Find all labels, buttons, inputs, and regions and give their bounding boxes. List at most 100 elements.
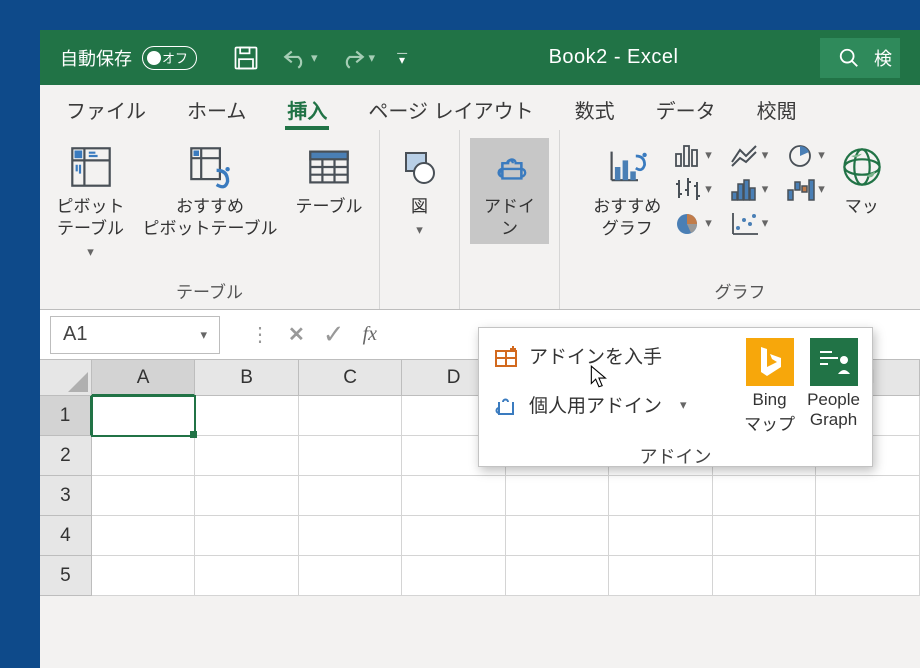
my-addins-item[interactable]: 個人用アドイン ▾	[491, 387, 730, 422]
maps-button[interactable]: マッ	[835, 138, 889, 222]
tab-home[interactable]: ホーム	[179, 87, 254, 128]
cell[interactable]	[506, 556, 610, 596]
tab-file[interactable]: ファイル	[58, 87, 154, 128]
cell[interactable]	[299, 556, 403, 596]
row-header-1[interactable]: 1	[40, 396, 92, 436]
cell[interactable]	[195, 556, 299, 596]
pie2-chart-button[interactable]: ▾	[673, 210, 712, 236]
illustrations-button[interactable]: 図 ▾	[393, 138, 447, 243]
tab-insert[interactable]: 挿入	[279, 87, 335, 128]
autosave-label: 自動保存	[60, 45, 132, 71]
pivot-table-button[interactable]: ピボット テーブル ▾	[55, 138, 127, 265]
cell[interactable]	[609, 516, 713, 556]
recommended-pivot-icon	[185, 142, 235, 192]
drag-handle-icon[interactable]: ⋮	[250, 322, 270, 347]
confirm-icon[interactable]: ✓	[323, 319, 345, 350]
document-title: Book2 - Excel	[407, 46, 820, 69]
scatter-chart-button[interactable]: ▾	[730, 210, 769, 236]
line-chart-button[interactable]: ▾	[730, 142, 769, 168]
ribbon: ピボット テーブル ▾ おすすめ ピボットテーブル テーブル テーブル	[40, 130, 920, 310]
row-header-2[interactable]: 2	[40, 436, 92, 476]
cell[interactable]	[609, 556, 713, 596]
cell[interactable]	[92, 436, 196, 476]
pie-chart-button[interactable]: ▾	[786, 142, 825, 168]
tab-formulas[interactable]: 数式	[567, 87, 623, 128]
store-icon	[493, 343, 519, 369]
addin-icon	[485, 142, 535, 192]
toggle-switch[interactable]: オフ	[142, 46, 197, 70]
people-graph-addin[interactable]: People Graph	[807, 338, 860, 435]
cell[interactable]	[195, 516, 299, 556]
group-tables: ピボット テーブル ▾ おすすめ ピボットテーブル テーブル テーブル	[40, 130, 380, 309]
cell[interactable]	[506, 476, 610, 516]
cell[interactable]	[195, 436, 299, 476]
cell[interactable]	[402, 476, 506, 516]
cell[interactable]	[195, 396, 299, 436]
group-label-tables: テーブル	[176, 274, 243, 307]
addins-button[interactable]: アドイ ン	[470, 138, 549, 244]
row-header-3[interactable]: 3	[40, 476, 92, 516]
get-addins-item[interactable]: アドインを入手	[491, 338, 730, 373]
col-header-A[interactable]: A	[92, 360, 196, 396]
cell[interactable]	[92, 476, 196, 516]
autosave-toggle[interactable]: 自動保存 オフ	[60, 45, 197, 71]
table-icon	[304, 142, 354, 192]
cell[interactable]	[816, 476, 920, 516]
waterfall-button[interactable]: ▾	[786, 176, 825, 202]
recommended-pivot-button[interactable]: おすすめ ピボットテーブル	[141, 138, 280, 244]
search-box[interactable]: 検	[820, 38, 900, 78]
name-box[interactable]: A1 ▾	[50, 316, 220, 354]
row-header-4[interactable]: 4	[40, 516, 92, 556]
tab-page-layout[interactable]: ページ レイアウト	[360, 87, 541, 128]
cell[interactable]	[713, 556, 817, 596]
cell[interactable]	[92, 516, 196, 556]
stock-chart-button[interactable]: ▾	[673, 176, 712, 202]
recommended-charts-icon	[602, 142, 652, 192]
ribbon-tabs: ファイル ホーム 挿入 ページ レイアウト 数式 データ 校閲	[40, 85, 920, 130]
pivot-table-icon	[66, 142, 116, 192]
tab-data[interactable]: データ	[648, 87, 724, 128]
cell[interactable]	[713, 476, 817, 516]
cell[interactable]	[299, 436, 403, 476]
cell[interactable]	[816, 516, 920, 556]
group-charts: おすすめ グラフ ▾ ▾ ▾ ▾ ▾ ▾ ▾ ▾	[560, 130, 920, 309]
row-header-5[interactable]: 5	[40, 556, 92, 596]
cell[interactable]	[713, 516, 817, 556]
chart-types: ▾ ▾ ▾ ▾ ▾ ▾ ▾ ▾	[673, 138, 825, 240]
recommended-charts-button[interactable]: おすすめ グラフ	[591, 138, 663, 244]
save-button[interactable]	[232, 44, 260, 72]
cell-A1[interactable]	[92, 396, 196, 436]
cell[interactable]	[506, 516, 610, 556]
customize-qat[interactable]: —▾	[397, 51, 407, 64]
bing-icon	[746, 338, 794, 386]
quick-access-toolbar: ▾ ▾ —▾	[232, 44, 407, 72]
redo-button[interactable]: ▾	[340, 47, 376, 69]
col-header-B[interactable]: B	[195, 360, 299, 396]
col-header-C[interactable]: C	[299, 360, 403, 396]
addins-dropdown: アドインを入手 個人用アドイン ▾ Bing マップ People Graph	[478, 327, 873, 467]
column-chart-button[interactable]: ▾	[673, 142, 712, 168]
cell[interactable]	[299, 516, 403, 556]
bing-maps-addin[interactable]: Bing マップ	[744, 338, 795, 435]
cell[interactable]	[816, 556, 920, 596]
group-illustrations: 図 ▾	[380, 130, 460, 309]
cell[interactable]	[195, 476, 299, 516]
select-all-cells[interactable]	[40, 360, 92, 396]
addin-puzzle-icon	[493, 392, 519, 418]
cell[interactable]	[402, 556, 506, 596]
cell[interactable]	[402, 516, 506, 556]
table-button[interactable]: テーブル	[294, 138, 365, 222]
globe-icon	[837, 142, 887, 192]
shapes-icon	[395, 142, 445, 192]
cell[interactable]	[299, 396, 403, 436]
undo-button[interactable]: ▾	[282, 47, 318, 69]
dropdown-group-label: アドイン	[491, 443, 860, 469]
tab-review[interactable]: 校閲	[749, 87, 805, 128]
fx-icon[interactable]: fx	[363, 323, 377, 346]
cell[interactable]	[609, 476, 713, 516]
cell[interactable]	[299, 476, 403, 516]
histogram-button[interactable]: ▾	[730, 176, 769, 202]
cell[interactable]	[92, 556, 196, 596]
group-label-charts: グラフ	[715, 274, 766, 307]
cancel-icon[interactable]: ✕	[288, 322, 305, 347]
